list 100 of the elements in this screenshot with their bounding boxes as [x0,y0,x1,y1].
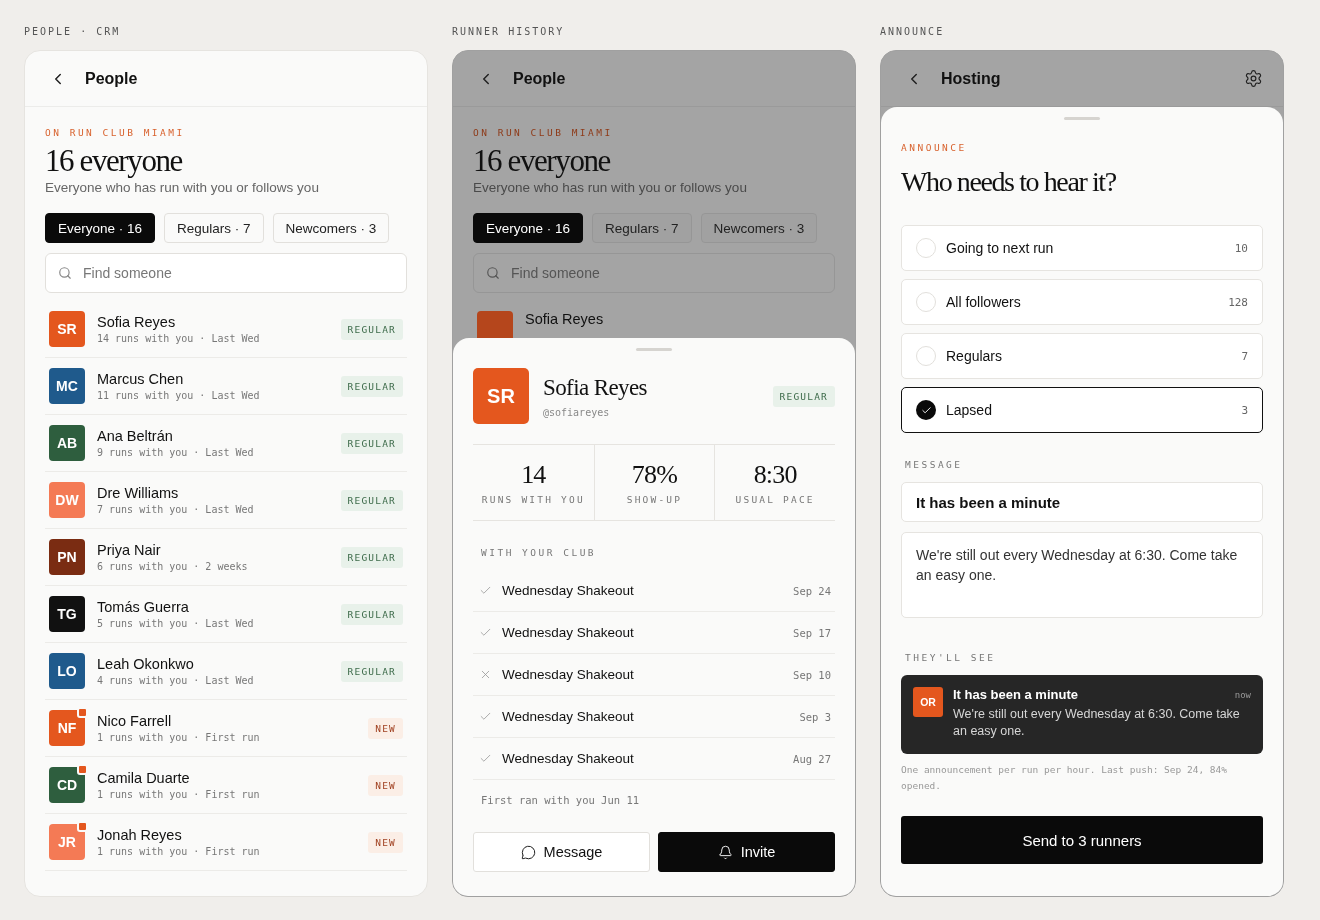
sheet-title: Who needs to hear it? [901,165,1117,199]
stat-label: USUAL PACE [735,494,815,505]
page-title: 16 everyone [473,142,612,180]
audience-option[interactable]: Going to next run 10 [901,225,1263,271]
sheet-handle[interactable] [636,348,672,351]
invite-button[interactable]: Invite [658,832,835,872]
person-row[interactable]: SR Sofia Reyes 14 runs with you · Last Wed REGULAR [45,301,407,358]
avatar: SR [473,368,529,424]
status-badge: REGULAR [340,546,403,568]
runner-name: Sofia Reyes [543,374,648,401]
avatar: SR [49,311,85,347]
club-name: ON RUN CLUB MIAMI [45,127,186,138]
run-name: Wednesday Shakeout [502,709,635,724]
sheet-handle[interactable] [1064,117,1100,120]
screen-title: Hosting [941,69,1002,88]
screen-title: People [85,69,139,88]
person-meta: 1 runs with you · First run [97,789,261,800]
section-label: RUNNER HISTORY [452,25,566,39]
section-label: ANNOUNCE [880,25,946,39]
person-name: Tomás Guerra [97,599,190,615]
run-name: Wednesday Shakeout [502,625,635,640]
status-badge: REGULAR [340,318,403,340]
filter-tab[interactable]: Regulars · 7 [592,213,692,243]
search-field[interactable]: Find someone [473,253,835,293]
run-date: Sep 24 [793,584,831,597]
first-run-note: First ran with you Jun 11 [481,793,641,808]
audience-option[interactable]: Lapsed 3 [901,387,1263,433]
section-heading: THEY'LL SEE [905,652,997,663]
run-date: Aug 27 [793,752,831,765]
message-button[interactable]: Message [473,832,650,872]
radio-icon [916,346,936,366]
status-badge: REGULAR [340,660,403,682]
settings-icon[interactable] [1244,69,1263,88]
person-row[interactable]: NF Nico Farrell 1 runs with you · First run NEW [45,700,407,757]
radio-icon [916,292,936,312]
person-name: Ana Beltrán [97,428,174,444]
person-meta: 7 runs with you · Last Wed [97,504,255,515]
run-date: Sep 3 [799,710,831,723]
subject-field[interactable]: It has been a minute [901,482,1263,522]
status-badge: REGULAR [772,385,835,407]
filter-tab[interactable]: Newcomers · 3 [700,213,818,243]
avatar: MC [49,368,85,404]
section-heading: MESSAGE [905,459,964,470]
avatar: NF [49,710,85,746]
avatar: TG [49,596,85,632]
filter-tab[interactable]: Regulars · 7 [164,213,264,243]
audience-option[interactable]: Regulars 7 [901,333,1263,379]
status-badge: REGULAR [340,489,403,511]
status-badge: REGULAR [340,432,403,454]
page-subtitle: Everyone who has run with you or follows you [473,180,748,195]
avatar: AB [49,425,85,461]
page-subtitle: Everyone who has run with you or follows you [45,180,320,195]
app-avatar: OR [913,687,943,717]
avatar: CD [49,767,85,803]
radio-icon [916,238,936,258]
stat-value: 14 [521,460,546,490]
filter-tab[interactable]: Everyone · 16 [473,213,584,243]
stat-value: 78% [631,460,678,490]
person-meta: 14 runs with you · Last Wed [97,333,261,344]
person-meta: 11 runs with you · Last Wed [97,390,261,401]
person-row[interactable]: PN Priya Nair 6 runs with you · 2 weeks REGULAR [45,529,407,586]
avatar: LO [49,653,85,689]
filter-tab[interactable]: Newcomers · 3 [272,213,390,243]
send-button[interactable]: Send to 3 runners [901,816,1263,864]
person-row[interactable]: AB Ana Beltrán 9 runs with you · Last Wed REGULAR [45,415,407,472]
page-title: 16 everyone [45,142,184,180]
radio-icon [916,400,936,420]
status-badge: NEW [368,717,403,739]
filter-tab[interactable]: Everyone · 16 [45,213,156,243]
person-name: Jonah Reyes [97,827,183,843]
person-row[interactable]: LO Leah Okonkwo 4 runs with you · Last Wed REGULAR [45,643,407,700]
person-name: Nico Farrell [97,713,173,729]
avatar: DW [49,482,85,518]
person-name: Dre Williams [97,485,180,501]
person-meta: 5 runs with you · Last Wed [97,618,255,629]
notification-time: now [1234,689,1251,700]
person-meta: 4 runs with you · Last Wed [97,675,255,686]
person-meta: 1 runs with you · First run [97,846,261,857]
run-name: Wednesday Shakeout [502,751,635,766]
person-name: Camila Duarte [97,770,191,786]
run-name: Wednesday Shakeout [502,583,635,598]
person-row[interactable]: JR Jonah Reyes 1 runs with you · First run NEW [45,814,407,871]
person-meta: 1 runs with you · First run [97,732,261,743]
sheet-eyebrow: ANNOUNCE [901,142,968,153]
person-name: Sofia Reyes [525,311,604,329]
person-row[interactable]: TG Tomás Guerra 5 runs with you · Last Wed REGULAR [45,586,407,643]
stat-label: RUNS WITH YOU [481,494,585,505]
runner-handle: @sofiareyes [543,406,611,418]
avatar: JR [49,824,85,860]
status-badge: REGULAR [340,375,403,397]
message-field[interactable]: We're still out every Wednesday at 6:30. Come take an easy one. [901,532,1263,618]
chat-bubble-icon [520,844,536,860]
status-badge: REGULAR [340,603,403,625]
person-row[interactable]: MC Marcus Chen 11 runs with you · Last Wed REGULAR [45,358,407,415]
person-name: Priya Nair [97,542,162,558]
run-date: Sep 17 [793,626,831,639]
person-name: Marcus Chen [97,371,185,387]
audience-option[interactable]: All followers 128 [901,279,1263,325]
person-row[interactable]: CD Camila Duarte 1 runs with you · First run NEW [45,757,407,814]
person-row[interactable]: DW Dre Williams 7 runs with you · Last Wed REGULAR [45,472,407,529]
